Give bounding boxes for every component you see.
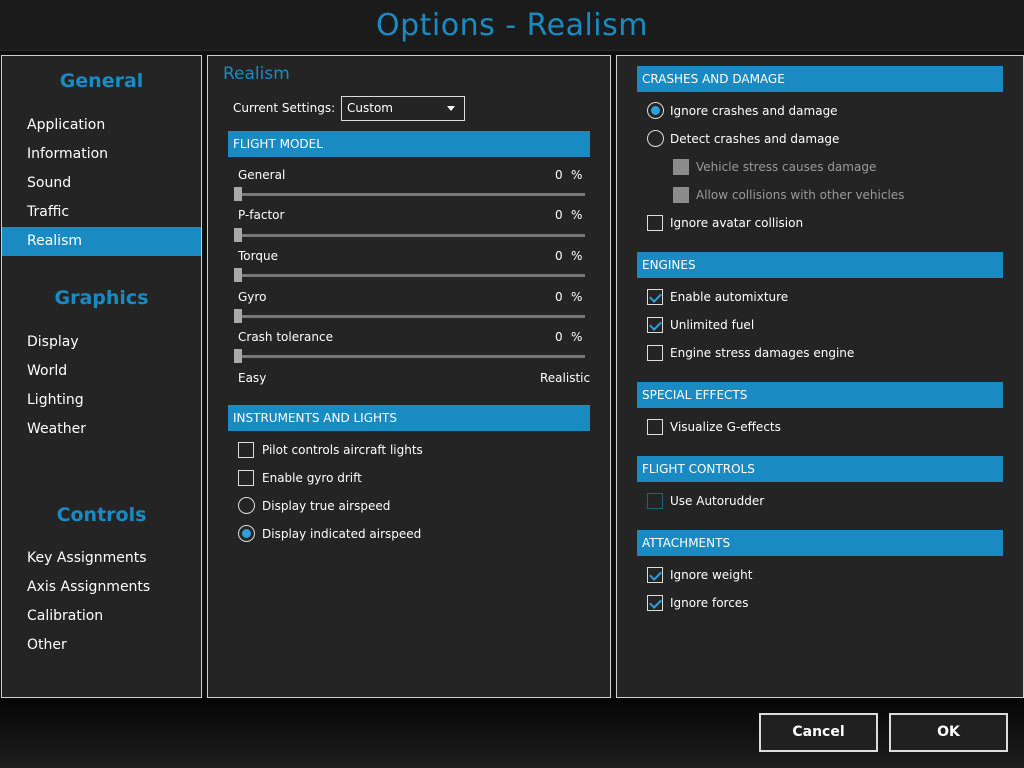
pilot-lights-label: Pilot controls aircraft lights (262, 443, 423, 457)
automixture-checkbox[interactable] (647, 289, 663, 305)
detect-crashes-label: Detect crashes and damage (670, 132, 840, 146)
indicated-airspeed-label: Display indicated airspeed (262, 527, 422, 541)
slider-value-p-factor: 0 (555, 208, 563, 222)
ignore-forces-label: Ignore forces (670, 596, 749, 610)
slider-track-gyro[interactable] (238, 315, 585, 318)
slider-unit-crash-tolerance: % (571, 330, 583, 344)
sidebar-item-sound[interactable]: Sound (2, 169, 201, 198)
realism-panel-title: Realism (223, 64, 290, 84)
slider-track-torque[interactable] (238, 274, 585, 277)
sidebar-item-world[interactable]: World (2, 357, 201, 386)
slider-value-torque: 0 (555, 249, 563, 263)
slider-thumb-p-factor[interactable] (234, 228, 242, 242)
slider-unit-gyro: % (571, 290, 583, 304)
ignore-weight-label: Ignore weight (670, 568, 753, 582)
engines-header: ENGINES (637, 252, 1003, 278)
indicated-airspeed-radio[interactable] (238, 525, 255, 542)
ignore-forces-checkbox[interactable] (647, 595, 663, 611)
slider-track-p-factor[interactable] (238, 234, 585, 237)
unlimited-fuel-label: Unlimited fuel (670, 318, 755, 332)
scale-label-easy: Easy (238, 371, 267, 385)
crashes-damage-header: CRASHES AND DAMAGE (637, 66, 1003, 92)
sidebar-item-axis-assignments[interactable]: Axis Assignments (2, 573, 201, 602)
slider-thumb-gyro[interactable] (234, 309, 242, 323)
sidebar-item-weather[interactable]: Weather (2, 415, 201, 444)
pilot-lights-checkbox[interactable] (238, 442, 254, 458)
ignore-crashes-radio[interactable] (647, 102, 664, 119)
vehicle-stress-label: Vehicle stress causes damage (696, 160, 877, 174)
true-airspeed-label: Display true airspeed (262, 499, 391, 513)
avatar-collision-label: Ignore avatar collision (670, 216, 804, 230)
ignore-weight-checkbox[interactable] (647, 567, 663, 583)
title-bar: Options - Realism (0, 0, 1024, 51)
flight-model-header: FLIGHT MODEL (228, 131, 590, 157)
g-effects-checkbox[interactable] (647, 419, 663, 435)
slider-thumb-crash-tolerance[interactable] (234, 349, 242, 363)
chevron-down-icon (447, 106, 455, 111)
sidebar-heading-graphics: Graphics (54, 287, 149, 309)
sidebar-item-application[interactable]: Application (2, 111, 201, 140)
ignore-crashes-label: Ignore crashes and damage (670, 104, 838, 118)
sidebar-heading-controls: Controls (56, 504, 147, 526)
unlimited-fuel-checkbox[interactable] (647, 317, 663, 333)
slider-label-general: General (238, 168, 286, 182)
ok-button[interactable]: OK (889, 713, 1008, 752)
sidebar-item-calibration[interactable]: Calibration (2, 602, 201, 631)
scale-label-realistic: Realistic (540, 371, 591, 385)
slider-track-general[interactable] (238, 193, 585, 196)
slider-unit-p-factor: % (571, 208, 583, 222)
automixture-label: Enable automixture (670, 290, 789, 304)
gyro-drift-label: Enable gyro drift (262, 471, 362, 485)
slider-unit-general: % (571, 168, 583, 182)
true-airspeed-radio[interactable] (238, 497, 255, 514)
detect-crashes-radio[interactable] (647, 130, 664, 147)
current-settings-value: Custom (347, 101, 393, 115)
gyro-drift-checkbox[interactable] (238, 470, 254, 486)
slider-thumb-torque[interactable] (234, 268, 242, 282)
engine-stress-checkbox[interactable] (647, 345, 663, 361)
slider-label-p-factor: P-factor (238, 208, 285, 222)
current-settings-label: Current Settings: (233, 101, 336, 115)
allow-collisions-checkbox[interactable] (673, 187, 689, 203)
slider-label-crash-tolerance: Crash tolerance (238, 330, 333, 344)
slider-thumb-general[interactable] (234, 187, 242, 201)
cancel-button[interactable]: Cancel (759, 713, 878, 752)
sidebar-item-realism[interactable]: Realism (2, 227, 201, 256)
current-settings-dropdown[interactable]: Custom (341, 96, 465, 121)
slider-unit-torque: % (571, 249, 583, 263)
flight-controls-header: FLIGHT CONTROLS (637, 456, 1003, 482)
instruments-lights-header: INSTRUMENTS AND LIGHTS (228, 405, 590, 431)
allow-collisions-label: Allow collisions with other vehicles (696, 188, 905, 202)
engine-stress-label: Engine stress damages engine (670, 346, 855, 360)
autorudder-label: Use Autorudder (670, 494, 765, 508)
sidebar-item-display[interactable]: Display (2, 328, 201, 357)
sidebar-item-information[interactable]: Information (2, 140, 201, 169)
sidebar-item-traffic[interactable]: Traffic (2, 198, 201, 227)
avatar-collision-checkbox[interactable] (647, 215, 663, 231)
slider-value-general: 0 (555, 168, 563, 182)
sidebar: General Application Information Sound Tr… (1, 55, 202, 698)
slider-label-torque: Torque (238, 249, 278, 263)
window-title: Options - Realism (375, 8, 648, 43)
g-effects-label: Visualize G-effects (670, 420, 781, 434)
slider-label-gyro: Gyro (238, 290, 267, 304)
sidebar-item-key-assignments[interactable]: Key Assignments (2, 544, 201, 573)
sidebar-item-other[interactable]: Other (2, 631, 201, 660)
autorudder-checkbox[interactable] (647, 493, 663, 509)
special-effects-header: SPECIAL EFFECTS (637, 382, 1003, 408)
attachments-header: ATTACHMENTS (637, 530, 1003, 556)
slider-value-gyro: 0 (555, 290, 563, 304)
sidebar-item-lighting[interactable]: Lighting (2, 386, 201, 415)
slider-value-crash-tolerance: 0 (555, 330, 563, 344)
sidebar-heading-general: General (59, 70, 144, 92)
slider-track-crash-tolerance[interactable] (238, 355, 585, 358)
vehicle-stress-checkbox[interactable] (673, 159, 689, 175)
